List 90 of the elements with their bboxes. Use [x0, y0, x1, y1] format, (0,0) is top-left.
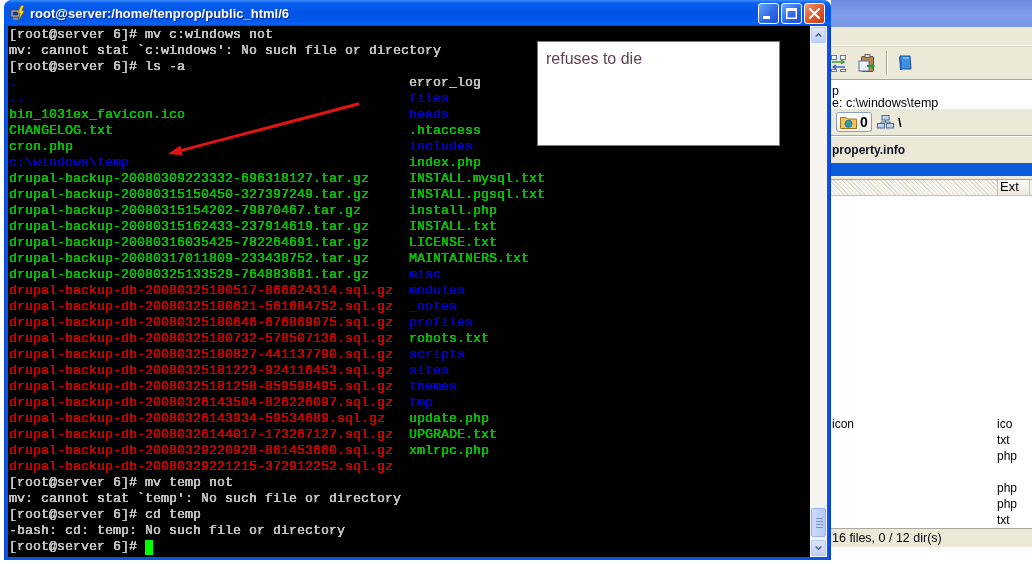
file-name: xmlrpc.php [409, 443, 489, 458]
site-title: property.info [832, 143, 906, 157]
terminal-line: [root@server 6]# mv c:windows not [9, 27, 273, 43]
file-extension: php [997, 480, 1019, 496]
file-name: drupal-backup-db-20080325180646-676869075.sql.gz [9, 315, 393, 330]
file-name: drupal-backup-20080315150450-327397249.tar.gz [9, 187, 369, 202]
file-name: INSTALL.txt [409, 219, 497, 234]
path-text: e: c:\windows\temp [832, 97, 940, 109]
drive-path: \ [898, 114, 902, 130]
file-name: drupal-backup-db-20080325180732-578507136.sql.gz [9, 331, 393, 346]
file-name: drupal-backup-db-20080325180621-561684752.sql.gz [9, 299, 393, 314]
book-icon[interactable] [898, 55, 912, 71]
note-text: refuses to die [546, 50, 643, 67]
file-name: drupal-backup-db-20080329220928-861453660.sql.gz [9, 443, 393, 458]
scroll-up-button[interactable] [811, 27, 826, 43]
file-name: sites [409, 363, 449, 378]
file-name: includes [409, 139, 473, 154]
file-name: c:\windows\temp [9, 155, 129, 170]
terminal-line: [root@server 6]# [9, 539, 137, 555]
file-name: MAINTAINERS.txt [409, 251, 529, 266]
caret-down-icon [815, 546, 822, 550]
file-name: index.php [409, 155, 481, 170]
file-name: scripts [409, 347, 465, 362]
folders-arrows-icon[interactable] [831, 54, 846, 72]
scrollbar-thumb[interactable] [811, 508, 826, 537]
file-name: themes [409, 379, 457, 394]
file-name: icon [832, 416, 855, 432]
file-name: profiles [409, 315, 473, 330]
computer-icon [10, 5, 26, 21]
column-header[interactable]: Ext [997, 180, 1030, 196]
file-name: INSTALL.pgsql.txt [409, 187, 545, 202]
scroll-down-button[interactable] [811, 540, 826, 556]
file-extension: ico [997, 416, 1014, 432]
file-name: drupal-backup-db-20080325181223-924116453.sql.gz [9, 363, 393, 378]
file-name: drupal-backup-20080325133529-764883681.tar.gz [9, 267, 369, 282]
file-name: robots.txt [409, 331, 489, 346]
file-name: modules [409, 283, 465, 298]
file-name: drupal-backup-20080317011809-233438752.tar.gz [9, 251, 369, 266]
drive-button[interactable]: 0 [836, 112, 872, 132]
file-name: .. [9, 91, 25, 106]
file-name: _notes [409, 299, 457, 314]
maximize-button[interactable] [781, 2, 802, 24]
file-name: tmp [409, 395, 433, 410]
terminal-line: [root@server 6]# cd temp [9, 507, 201, 523]
file-name: misc [409, 267, 441, 282]
status-bar: 16 files, 0 / 12 dir(s) [831, 528, 1032, 547]
minimize-icon [763, 15, 770, 19]
file-name: drupal-backup-db-20080325180517-866624314.sql.gz [9, 283, 393, 298]
file-name: drupal-backup-20080315162433-237914619.tar.gz [9, 219, 369, 234]
file-name: . [9, 75, 17, 90]
maximize-icon [786, 7, 797, 19]
file-name: drupal-backup-db-20080329221215-372912252.sql.gz [9, 459, 393, 474]
file-name: drupal-backup-20080316035425-782264691.tar.gz [9, 235, 369, 250]
file-name: bin_1031ex_favicon.ico [9, 107, 185, 122]
terminal-line: [root@server 6]# mv temp not [9, 475, 233, 491]
file-name: drupal-backup-db-20080325180827-441137790.sql.gz [9, 347, 393, 362]
file-name: INSTALL.mysql.txt [409, 171, 545, 186]
file-name: UPGRADE.txt [409, 427, 497, 442]
window-title: root@server:/home/tenprop/public_html/6 [30, 5, 289, 21]
file-name: CHANGELOG.txt [9, 123, 113, 138]
file-name: LICENSE.txt [409, 235, 497, 250]
file-extension: txt [997, 512, 1011, 528]
file-name: drupal-backup-db-20080326143934-59534689.sql.gz [9, 411, 385, 426]
file-name: drupal-backup-db-20080326143504-826226097.sql.gz [9, 395, 393, 410]
file-name: cron.php [9, 139, 73, 154]
file-extension: php [997, 496, 1019, 512]
file-name: error_log [409, 75, 481, 90]
terminal-line: mv: cannot stat `c:windows': No such file or directory [9, 43, 441, 59]
folder-globe-icon [840, 115, 857, 129]
terminal-line: [root@server 6]# ls -a [9, 59, 185, 75]
file-name: .htaccess [409, 123, 481, 138]
file-name: drupal-backup-20080315154202-79870467.tar.gz [9, 203, 361, 218]
file-name: update.php [409, 411, 489, 426]
file-name: install.php [409, 203, 497, 218]
close-button[interactable] [804, 2, 825, 24]
file-name: drupal-backup-db-20080325181258-859598495.sql.gz [9, 379, 393, 394]
path-text: p [832, 85, 840, 97]
file-name: drupal-backup-20080309223332-696318127.tar.gz [9, 171, 369, 186]
file-name: files [409, 91, 449, 106]
minimize-button[interactable] [758, 2, 779, 24]
file-name: drupal-backup-db-20080326144017-173267127.sql.gz [9, 427, 393, 442]
clipboard-icon[interactable] [858, 54, 876, 72]
caret-up-icon [815, 33, 822, 37]
file-extension: php [997, 448, 1019, 464]
terminal-line: mv: cannot stat `temp': No such file or directory [9, 491, 401, 507]
file-name: heads [409, 107, 449, 122]
terminal-line: -bash: cd: temp: No such file or directory [9, 523, 345, 539]
file-extension: txt [997, 432, 1011, 448]
network-icon[interactable] [877, 115, 894, 129]
close-icon [809, 7, 820, 19]
